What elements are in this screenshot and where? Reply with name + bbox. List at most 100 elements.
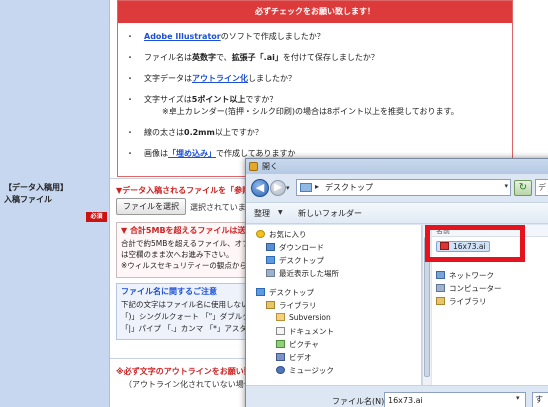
checklist-text: で、 bbox=[216, 53, 232, 62]
checklist-item: ・ファイル名は英数字で、拡張子「.ai」を付けて保存しましたか？ bbox=[126, 53, 379, 62]
back-arrow-icon[interactable]: ◀ bbox=[251, 179, 269, 197]
nav-item-label: 最近表示した場所 bbox=[279, 269, 339, 278]
nav-item-label: ミュージック bbox=[289, 366, 334, 375]
nav-item-desktop-root[interactable]: デスクトップ bbox=[256, 287, 314, 299]
outline-warning: ※必ず文字のアウトラインをお願い致し bbox=[116, 367, 260, 376]
documents-icon bbox=[276, 327, 285, 335]
upload-file-label-line2: 入稿ファイル bbox=[4, 195, 52, 204]
nav-item-music[interactable]: ミュージック bbox=[276, 365, 334, 377]
filename-notice-line: 「)」シングルクォート 「"」ダブルクォー bbox=[121, 312, 265, 321]
checklist-note: ※卓上カレンダー(箔押・シルク印刷)の場合は8ポイント以上を推奨しております。 bbox=[162, 107, 459, 116]
nav-item-label: お気に入り bbox=[269, 230, 307, 239]
new-folder-button[interactable]: 新しいフォルダー bbox=[298, 208, 362, 219]
checklist-bold: 拡張子「.ai」 bbox=[231, 53, 283, 62]
size-limit-line: ※ウィルスセキュリティーの観点からご bbox=[121, 261, 255, 270]
checklist: ・ Adobe Illustratorのソフトで作成しましたか？ ・ファイル名は英… bbox=[118, 23, 512, 160]
videos-icon bbox=[276, 353, 285, 361]
network-icon bbox=[436, 271, 445, 279]
download-folder-icon bbox=[266, 243, 275, 251]
nav-item-libraries[interactable]: ライブラリ bbox=[266, 300, 317, 312]
nav-item-label: ドキュメント bbox=[289, 327, 334, 336]
nav-item-label: デスクトップ bbox=[269, 288, 314, 297]
checklist-text: 画像は bbox=[144, 149, 168, 158]
checklist-bold: 英数字 bbox=[192, 53, 216, 62]
checklist-text: 文字サイズは bbox=[144, 95, 192, 104]
filename-notice-line: 下記の文字はファイル名に使用しない bbox=[121, 300, 249, 309]
pictures-icon bbox=[276, 340, 285, 348]
upload-warning: ▼データ入稿されるファイルを「参照」 bbox=[116, 186, 259, 195]
address-bar[interactable]: ▸ デスクトップ ▾ bbox=[296, 179, 511, 196]
checklist-text: を付けて保存しましたか？ bbox=[282, 53, 379, 62]
checklist-text: ファイル名は bbox=[144, 53, 192, 62]
checklist-text: しましたか？ bbox=[248, 74, 296, 83]
forward-arrow-icon[interactable]: ▶ bbox=[270, 180, 286, 196]
choose-file-button[interactable]: ファイルを選択 bbox=[116, 198, 186, 215]
star-icon bbox=[256, 230, 265, 238]
dialog-toolbar: 整理 ▼ 新しいフォルダー bbox=[246, 202, 548, 224]
filename-notice-title: ファイル名に関するご注意 bbox=[121, 287, 217, 296]
nav-item-pictures[interactable]: ピクチャ bbox=[276, 339, 319, 351]
dialog-title: 開く bbox=[262, 162, 278, 171]
computer-icon bbox=[436, 284, 445, 292]
checklist-panel: 必ずチェックをお願い致します！ ・ Adobe Illustratorのソフトで作… bbox=[117, 0, 513, 177]
nav-item-label: Subversion bbox=[289, 313, 331, 322]
selection-highlight-frame bbox=[425, 225, 525, 262]
no-file-selected-text: 選択されていま bbox=[190, 203, 246, 212]
dialog-app-icon bbox=[249, 162, 258, 171]
nav-item-recent-places[interactable]: 最近表示した場所 bbox=[266, 268, 339, 280]
file-item-computer[interactable]: コンピューター bbox=[436, 283, 502, 295]
checklist-text: 以上ですか？ bbox=[214, 128, 263, 137]
checklist-text: ですか？ bbox=[245, 95, 278, 104]
refresh-icon[interactable]: ↻ bbox=[514, 180, 532, 196]
search-input[interactable]: デ bbox=[535, 179, 548, 196]
nav-item-label: ピクチャ bbox=[289, 340, 319, 349]
history-dropdown-icon[interactable]: ▾ bbox=[286, 183, 294, 193]
desktop-icon bbox=[266, 256, 275, 264]
filename-dropdown-icon[interactable]: ▾ bbox=[516, 394, 520, 402]
filename-notice-line: 「|」パイプ 「.」カンマ 「*」アスタリスク bbox=[121, 324, 266, 333]
dialog-titlebar[interactable]: 開く bbox=[246, 159, 548, 174]
checklist-item: ・文字データはアウトライン化しましたか？ bbox=[126, 74, 296, 83]
checklist-bold: 0.2mm bbox=[184, 128, 215, 137]
size-limit-line: 合計で約5MBを超えるファイル、オフィ bbox=[121, 239, 258, 248]
organize-caret-icon[interactable]: ▼ bbox=[278, 209, 283, 216]
nav-item-label: デスクトップ bbox=[279, 256, 324, 265]
nav-item-favorites[interactable]: お気に入り bbox=[256, 229, 307, 241]
checklist-text: 線の太さは bbox=[144, 128, 184, 137]
nav-item-label: ビデオ bbox=[289, 353, 312, 362]
nav-item-desktop[interactable]: デスクトップ bbox=[266, 255, 324, 267]
checklist-text: 文字データは bbox=[144, 74, 192, 83]
music-icon bbox=[276, 366, 285, 374]
desktop-icon bbox=[256, 288, 265, 296]
nav-item-subversion[interactable]: Subversion bbox=[276, 313, 331, 325]
illustrator-link[interactable]: Adobe Illustrator bbox=[144, 32, 221, 41]
organize-button[interactable]: 整理 bbox=[254, 208, 270, 219]
file-item-network[interactable]: ネットワーク bbox=[436, 270, 494, 282]
checklist-title: 必ずチェックをお願い致します！ bbox=[118, 1, 512, 23]
file-type-select[interactable]: す bbox=[532, 392, 548, 407]
chevron-right-icon[interactable]: ▸ bbox=[315, 182, 319, 191]
library-icon bbox=[436, 297, 445, 305]
nav-item-videos[interactable]: ビデオ bbox=[276, 352, 312, 364]
file-item-label: コンピューター bbox=[449, 284, 502, 293]
checklist-item: ・文字サイズは5ポイント以上ですか？ ※卓上カレンダー(箔押・シルク印刷)の場合は… bbox=[126, 95, 459, 116]
checklist-text: のソフトで作成しましたか？ bbox=[220, 32, 325, 41]
nav-item-documents[interactable]: ドキュメント bbox=[276, 326, 334, 338]
checklist-text: で作成してありますか bbox=[216, 149, 296, 158]
filename-label: ファイル名(N): bbox=[332, 397, 387, 406]
navigation-pane: お気に入り ダウンロード デスクトップ 最近表示した場所 デスクトップ ライブラ… bbox=[246, 225, 422, 385]
upload-file-label: 【データ入稿用】 入稿ファイル bbox=[4, 182, 68, 206]
library-icon bbox=[266, 301, 275, 309]
chevron-down-icon[interactable]: ▾ bbox=[504, 182, 508, 190]
open-file-dialog: 開く ◀ ▶ ▾ ▸ デスクトップ ▾ ↻ デ 整理 ▼ 新しいフォルダー お気… bbox=[245, 158, 548, 407]
nav-item-downloads[interactable]: ダウンロード bbox=[266, 242, 324, 254]
size-limit-notice: ▼ 合計5MBを超えるファイルは送信 合計で約5MBを超えるファイル、オフィ は… bbox=[116, 222, 266, 278]
size-limit-title: ▼ 合計5MBを超えるファイルは送信 bbox=[121, 226, 254, 235]
checklist-item: ・線の太さは0.2mm以上ですか？ bbox=[126, 128, 263, 137]
filename-input[interactable] bbox=[384, 392, 526, 407]
recent-places-icon bbox=[266, 269, 275, 277]
address-row: ◀ ▶ ▾ ▸ デスクトップ ▾ ↻ デ bbox=[246, 175, 548, 201]
embed-link[interactable]: 「埋め込み」 bbox=[168, 149, 216, 158]
file-item-library[interactable]: ライブラリ bbox=[436, 296, 487, 308]
outline-link[interactable]: アウトライン化 bbox=[192, 74, 248, 83]
